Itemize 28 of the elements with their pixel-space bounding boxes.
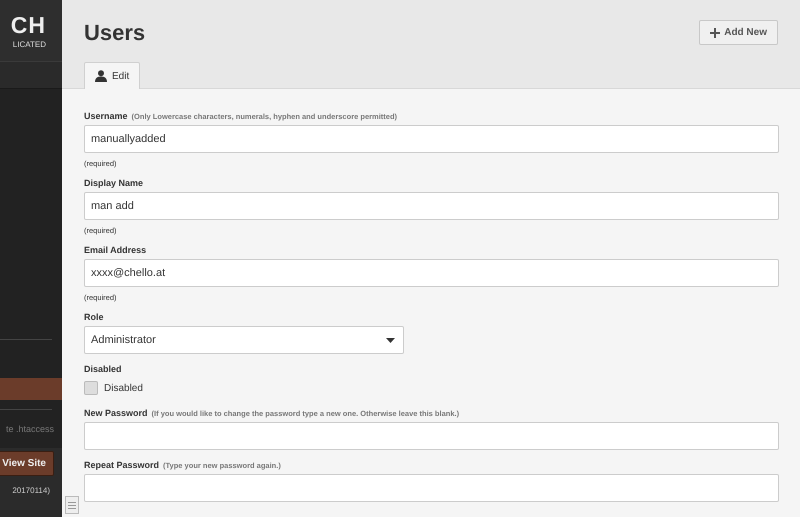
field-label: Repeat Password — [84, 460, 160, 470]
input-field[interactable]: xxxx@chello.at — [84, 259, 779, 287]
add-new-button[interactable]: Add New — [699, 20, 778, 45]
input-field[interactable] — [84, 422, 779, 450]
checkbox[interactable] — [84, 381, 98, 395]
caret-icon — [386, 338, 395, 342]
logo-text: CH — [10, 12, 46, 38]
menu-handle-icon[interactable] — [65, 496, 79, 514]
field-label: Display Name — [84, 178, 144, 188]
user-icon — [95, 70, 107, 82]
input-field[interactable]: man add — [84, 192, 779, 220]
input-field[interactable] — [84, 474, 779, 502]
plus-icon — [710, 28, 720, 38]
role-dropdown[interactable]: Administrator — [84, 326, 404, 354]
field-label: Disabled — [84, 364, 122, 374]
sidebar-link[interactable]: te .htaccess — [0, 424, 62, 434]
input-field[interactable]: manuallyadded — [84, 125, 779, 153]
logo-subtext: LICATED — [12, 40, 46, 49]
view-site-button[interactable]: View Site — [0, 451, 54, 476]
field-label: Role — [84, 312, 104, 322]
version-text: 20170114) — [12, 486, 50, 495]
checkbox-label[interactable]: Disabled — [104, 382, 143, 394]
field-label: Username — [84, 111, 128, 121]
sidebar-active-item[interactable] — [0, 378, 62, 400]
field-label: New Password — [84, 408, 148, 418]
page-title: Users — [84, 20, 146, 46]
field-label: Email Address — [84, 245, 146, 255]
edit-tab[interactable]: Edit — [84, 62, 140, 89]
